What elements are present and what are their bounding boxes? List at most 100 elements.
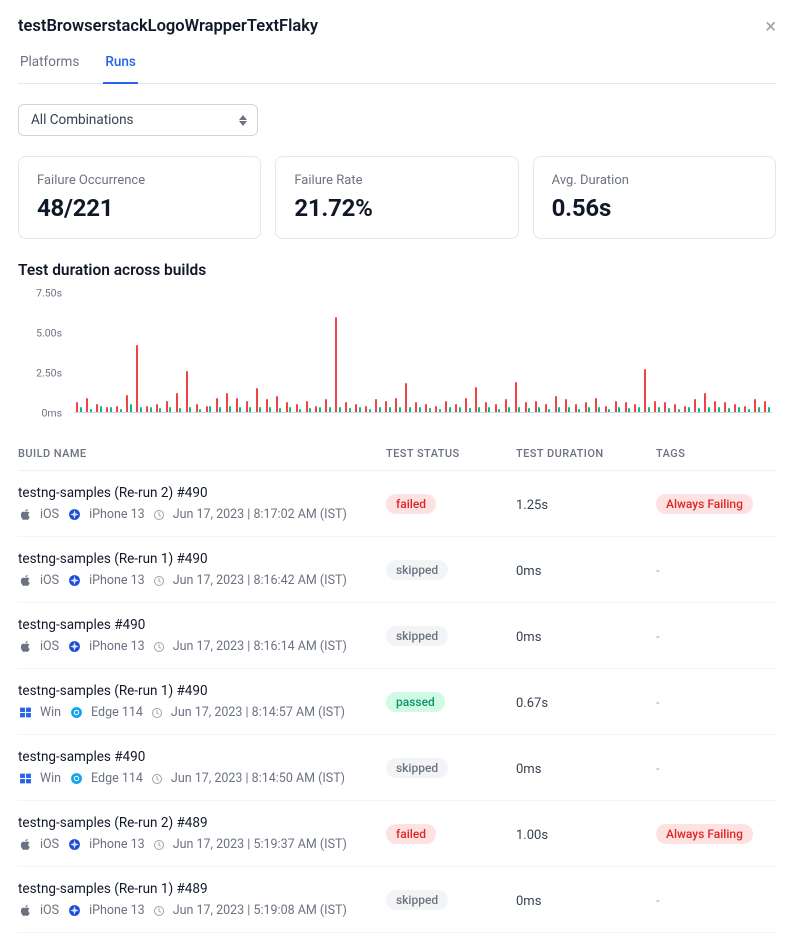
- combinations-select[interactable]: All Combinations: [18, 104, 258, 136]
- duration-value: 0ms: [516, 630, 541, 645]
- safari-icon: [67, 904, 81, 918]
- tag-badge: Always Failing: [656, 824, 753, 844]
- build-meta: iOSiPhone 13Jun 17, 2023 | 8:16:14 AM (I…: [18, 639, 376, 654]
- table-header: BUILD NAME TEST STATUS TEST DURATION TAG…: [18, 435, 776, 471]
- clock-icon: [151, 707, 163, 719]
- run-time: Jun 17, 2023 | 8:16:14 AM (IST): [173, 639, 347, 654]
- table-row[interactable]: testng-samples (Re-run 2) #489 iOS iPhone …: [18, 801, 776, 867]
- safari-icon: [67, 508, 81, 522]
- status-badge: failed: [386, 494, 436, 514]
- tab-platforms[interactable]: Platforms: [18, 44, 81, 84]
- edge-icon: [69, 772, 83, 786]
- tab-runs[interactable]: Runs: [103, 44, 137, 84]
- run-time: Jun 17, 2023 | 8:17:02 AM (IST): [173, 507, 347, 522]
- chart-title: Test duration across builds: [18, 261, 776, 279]
- status-badge: failed: [386, 824, 436, 844]
- browser-name: iPhone 13: [89, 903, 145, 918]
- apple-icon: [18, 508, 32, 522]
- browser-name: Edge 114: [91, 771, 143, 786]
- build-name: testng-samples (Re-run 2) #490: [18, 485, 376, 501]
- os-name: iOS: [40, 573, 59, 588]
- run-time: Jun 17, 2023 | 5:19:37 AM (IST): [173, 837, 347, 852]
- table-body: testng-samples (Re-run 2) #490iOSiPhone …: [18, 471, 776, 933]
- os-name: iOS: [40, 507, 59, 522]
- build-name: testng-samples #490: [18, 617, 376, 633]
- build-name: testng-samples (Re-run 1) #490: [18, 683, 376, 699]
- edge-icon: [69, 706, 83, 720]
- y-tick: 7.50s: [36, 287, 62, 300]
- clock-icon: [153, 839, 165, 851]
- y-axis: 7.50s 5.00s 2.50s 0ms: [18, 293, 70, 413]
- table-row[interactable]: testng-samples #490 iOSiPhone 13Jun 17, 2…: [18, 603, 776, 669]
- tabs: Platforms Runs: [18, 44, 776, 84]
- build-name: testng-samples (Re-run 1) #490: [18, 551, 376, 567]
- status-badge: passed: [386, 692, 445, 712]
- browser-name: iPhone 13: [89, 507, 145, 522]
- combinations-select-label: All Combinations: [31, 112, 134, 128]
- safari-icon: [67, 640, 81, 654]
- browser-name: iPhone 13: [89, 837, 145, 852]
- table-row[interactable]: testng-samples (Re-run 2) #490 iOS iPhone …: [18, 471, 776, 537]
- stat-value: 0.56s: [552, 194, 757, 222]
- table-row[interactable]: testng-samples (Re-run 1) #489 iOS iPhone …: [18, 867, 776, 933]
- clock-icon: [153, 575, 165, 587]
- build-name: testng-samples #490: [18, 749, 376, 765]
- table-row[interactable]: testng-samples #490WinEdge 114Jun 17, 20…: [18, 735, 776, 801]
- tag-none: -: [656, 894, 660, 909]
- stat-failure-occurrence: Failure Occurrence 48/221: [18, 156, 261, 239]
- run-time: Jun 17, 2023 | 8:14:57 AM (IST): [171, 705, 345, 720]
- table-row[interactable]: testng-samples (Re-run 1) #490 iOS iPhone …: [18, 537, 776, 603]
- tag-none: -: [656, 564, 660, 579]
- os-name: Win: [40, 705, 61, 720]
- close-icon[interactable]: ×: [765, 16, 776, 36]
- col-status: TEST STATUS: [386, 447, 506, 460]
- build-meta: iOS iPhone 13 Jun 17, 2023 | 8:17:02 AM (I…: [18, 507, 376, 522]
- apple-icon: [18, 838, 32, 852]
- tag-none: -: [656, 696, 660, 711]
- stat-label: Avg. Duration: [552, 173, 757, 188]
- stat-failure-rate: Failure Rate 21.72%: [275, 156, 518, 239]
- apple-icon: [18, 640, 32, 654]
- os-name: iOS: [40, 837, 59, 852]
- os-name: iOS: [40, 639, 59, 654]
- stat-value: 48/221: [37, 194, 242, 222]
- browser-name: iPhone 13: [89, 573, 145, 588]
- duration-value: 1.00s: [516, 828, 548, 843]
- tag-none: -: [656, 630, 660, 645]
- col-tags: TAGS: [656, 447, 776, 460]
- browser-name: Edge 114: [91, 705, 143, 720]
- table-row[interactable]: testng-samples (Re-run 1) #490 Win Edge 11…: [18, 669, 776, 735]
- safari-icon: [67, 574, 81, 588]
- build-name: testng-samples (Re-run 2) #489: [18, 815, 376, 831]
- apple-icon: [18, 574, 32, 588]
- build-name: testng-samples (Re-run 1) #489: [18, 881, 376, 897]
- duration-value: 1.25s: [516, 498, 548, 513]
- tag-none: -: [656, 762, 660, 777]
- stat-value: 21.72%: [294, 194, 499, 222]
- windows-icon: [18, 772, 32, 786]
- os-name: iOS: [40, 903, 59, 918]
- y-tick: 0ms: [41, 407, 62, 420]
- windows-icon: [18, 706, 32, 720]
- status-badge: skipped: [386, 560, 448, 580]
- duration-value: 0ms: [516, 894, 541, 909]
- tag-badge: Always Failing: [656, 494, 753, 514]
- status-badge: skipped: [386, 890, 448, 910]
- chart-plot: [74, 293, 772, 413]
- build-meta: iOS iPhone 13 Jun 17, 2023 | 5:19:37 AM (I…: [18, 837, 376, 852]
- run-time: Jun 17, 2023 | 8:14:50 AM (IST): [171, 771, 345, 786]
- build-meta: Win Edge 114 Jun 17, 2023 | 8:14:57 AM (IS…: [18, 705, 376, 720]
- duration-chart: 7.50s 5.00s 2.50s 0ms: [18, 293, 776, 423]
- duration-value: 0ms: [516, 762, 541, 777]
- col-duration: TEST DURATION: [516, 447, 646, 460]
- stat-avg-duration: Avg. Duration 0.56s: [533, 156, 776, 239]
- duration-value: 0.67s: [516, 696, 548, 711]
- apple-icon: [18, 904, 32, 918]
- run-time: Jun 17, 2023 | 5:19:08 AM (IST): [173, 903, 347, 918]
- clock-icon: [153, 905, 165, 917]
- status-badge: skipped: [386, 626, 448, 646]
- stat-label: Failure Occurrence: [37, 173, 242, 188]
- clock-icon: [151, 773, 163, 785]
- y-tick: 2.50s: [36, 366, 62, 379]
- clock-icon: [153, 509, 165, 521]
